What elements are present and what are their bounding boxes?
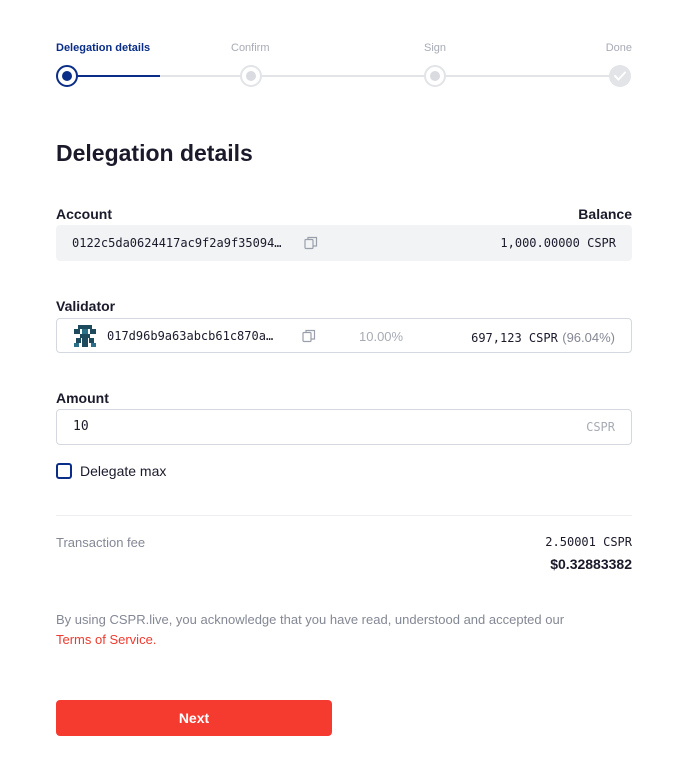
step-label-done: Done <box>605 42 632 54</box>
terms-body: By using CSPR.live, you acknowledge that… <box>56 612 565 627</box>
validator-stake-share: (96.04%) <box>562 330 615 345</box>
step-dot-done <box>609 65 631 87</box>
step-dot-delegation-details <box>56 65 78 87</box>
stepper: Delegation details Confirm Sign Done <box>56 42 632 92</box>
validator-stake-group: 697,123 CSPR (96.04%) <box>471 329 615 347</box>
validator-fee-percent: 10.00% <box>359 329 404 344</box>
stepper-track <box>160 75 621 77</box>
terms-text: By using CSPR.live, you acknowledge that… <box>56 610 632 650</box>
transaction-fee-cspr: 2.50001 CSPR <box>545 535 632 549</box>
amount-input[interactable] <box>73 419 553 434</box>
validator-stake: 697,123 CSPR <box>471 331 558 345</box>
amount-field[interactable]: CSPR <box>56 409 632 445</box>
step-dot-confirm <box>240 65 262 87</box>
divider <box>56 515 632 516</box>
validator-address: 017d96b9a63abcb61c870a… <box>107 329 274 343</box>
delegate-max-label[interactable]: Delegate max <box>80 463 166 479</box>
transaction-fee-usd: $0.32883382 <box>550 556 632 572</box>
account-address: 0122c5da0624417ac9f2a9f35094… <box>72 236 282 250</box>
step-label-confirm: Confirm <box>231 42 270 54</box>
amount-label: Amount <box>56 390 109 406</box>
balance-label: Balance <box>578 206 632 222</box>
terms-of-service-link[interactable]: Terms of Service. <box>56 632 156 647</box>
delegate-max-checkbox[interactable] <box>56 463 72 479</box>
account-label: Account <box>56 206 112 222</box>
validator-copy-icon[interactable] <box>302 329 316 343</box>
account-row: 0122c5da0624417ac9f2a9f35094… 1,000.0000… <box>56 225 632 261</box>
next-button[interactable]: Next <box>56 700 332 736</box>
page-title: Delegation details <box>56 140 253 166</box>
amount-unit: CSPR <box>586 420 615 434</box>
step-label-delegation-details: Delegation details <box>56 42 151 54</box>
account-balance: 1,000.00000 CSPR <box>500 236 616 250</box>
transaction-fee-label: Transaction fee <box>56 535 146 550</box>
step-label-sign: Sign <box>424 42 447 54</box>
validator-label: Validator <box>56 298 116 314</box>
copy-icon[interactable] <box>304 236 318 250</box>
step-dot-sign <box>424 65 446 87</box>
validator-avatar-icon <box>74 325 96 347</box>
stepper-track-active <box>67 75 160 77</box>
validator-row[interactable]: 017d96b9a63abcb61c870a… 10.00% 697,123 C… <box>56 318 632 353</box>
check-icon <box>614 71 626 81</box>
